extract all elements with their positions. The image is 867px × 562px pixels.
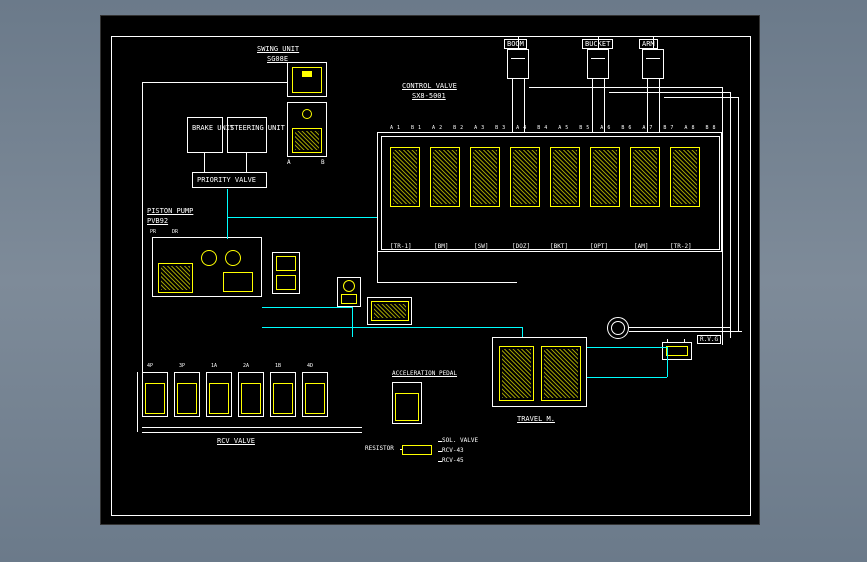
section-7: [AM] xyxy=(634,243,648,250)
rcv-6 xyxy=(302,372,328,417)
rcv-1 xyxy=(142,372,168,417)
aux-valve-1 xyxy=(272,252,300,294)
junction-circle xyxy=(607,317,629,339)
valve-spool-1 xyxy=(390,147,420,207)
section-5: [BKT] xyxy=(550,243,568,250)
control-valve-title: CONTROL VALVE xyxy=(402,82,457,90)
pump-port-pr: PR xyxy=(150,229,156,235)
sol-valve-label: SOL. VALVE xyxy=(442,437,478,444)
rcv-4 xyxy=(238,372,264,417)
steering-unit-box: STEERING UNIT xyxy=(227,117,267,153)
section-4: [DOZ] xyxy=(512,243,530,250)
travel-motor-block xyxy=(492,337,587,407)
section-1: [TR-1] xyxy=(390,243,412,250)
aux-valve-2 xyxy=(337,277,361,307)
swing-unit-title: SWING UNIT xyxy=(257,45,299,53)
valve-spool-4 xyxy=(510,147,540,207)
travel-m-label: TRAVEL M. xyxy=(517,415,555,423)
ports-top-row: A1 B1 A2 B2 A3 B3 A4 B4 A5 B5 A6 B6 A7 B… xyxy=(390,125,719,131)
brake-unit-box: BRAKE UNIT xyxy=(187,117,223,153)
rcv45-label: RCV-45 xyxy=(442,457,464,464)
rcv-3 xyxy=(206,372,232,417)
pump-assembly xyxy=(152,237,262,297)
bucket-cylinder xyxy=(587,49,609,79)
piston-pump-title: PISTON PUMP xyxy=(147,207,193,215)
section-8: [TR-2] xyxy=(670,243,692,250)
resistor-symbol xyxy=(402,445,432,455)
boom-label: BOOM xyxy=(504,39,527,49)
rvg-label: R.V.G xyxy=(697,335,721,344)
priority-valve-label: PRIORITY VALVE xyxy=(197,176,256,184)
cyan-line xyxy=(227,189,228,239)
steering-unit-label: STEERING UNIT xyxy=(230,124,285,133)
priority-valve-box: PRIORITY VALVE xyxy=(192,172,267,188)
arm-label: ARM xyxy=(639,39,658,49)
drawing-frame: SWING UNIT SG08E CONTROL VALVE SX8-5001 … xyxy=(111,36,751,516)
rcv-lbl-6: 4D xyxy=(307,363,313,369)
valve-spool-5 xyxy=(550,147,580,207)
valve-spool-8 xyxy=(670,147,700,207)
valve-spool-7 xyxy=(630,147,660,207)
pump-port-dr: DR xyxy=(172,229,178,235)
boom-cylinder xyxy=(507,49,529,79)
valve-spool-2 xyxy=(430,147,460,207)
rcv-lbl-1: 4P xyxy=(147,363,153,369)
rcv-lbl-3: 1A xyxy=(211,363,217,369)
cad-canvas[interactable]: SWING UNIT SG08E CONTROL VALVE SX8-5001 … xyxy=(100,15,760,525)
rcv-lbl-5: 1B xyxy=(275,363,281,369)
section-3: [SW] xyxy=(474,243,488,250)
valve-spool-3 xyxy=(470,147,500,207)
valve-spool-6 xyxy=(590,147,620,207)
rcv-lbl-2: 3P xyxy=(179,363,185,369)
swing-unit-sub: SG08E xyxy=(267,55,288,63)
aux-valve-3 xyxy=(367,297,412,325)
section-6: [OPT] xyxy=(590,243,608,250)
rcv43-label: RCV-43 xyxy=(442,447,464,454)
bucket-label: BUCKET xyxy=(582,39,613,49)
section-2: [BM] xyxy=(434,243,448,250)
swing-unit-top xyxy=(287,62,327,97)
accel-pedal-label: ACCELERATION PEDAL xyxy=(392,370,457,377)
rcv-valve-label: RCV VALVE xyxy=(217,437,255,445)
piston-pump-sub: PVB92 xyxy=(147,217,168,225)
rcv-5 xyxy=(270,372,296,417)
swing-port-b: B xyxy=(321,159,325,166)
accel-pedal xyxy=(392,382,422,424)
swing-port-a: A xyxy=(287,159,291,166)
rcv-lbl-4: 2A xyxy=(243,363,249,369)
arm-cylinder xyxy=(642,49,664,79)
rcv-2 xyxy=(174,372,200,417)
resistor-label: RESISTOR xyxy=(365,445,394,452)
control-valve-sub: SX8-5001 xyxy=(412,92,446,100)
line-left-main xyxy=(142,82,143,372)
swing-unit-bottom xyxy=(287,102,327,157)
